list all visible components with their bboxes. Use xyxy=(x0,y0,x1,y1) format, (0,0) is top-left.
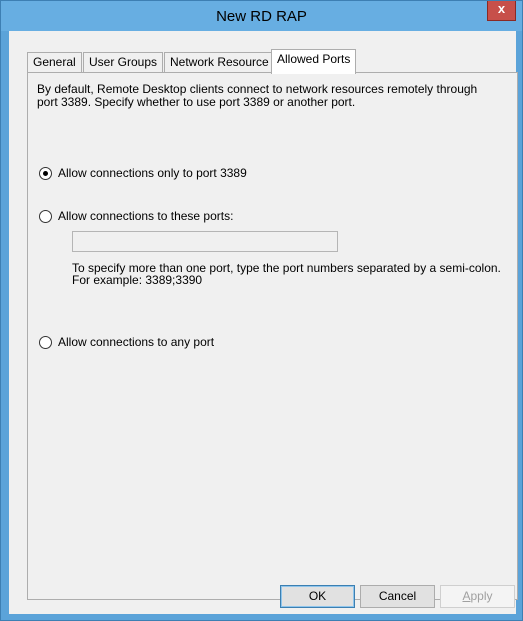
dialog-window: New RD RAP x General User Groups Network… xyxy=(0,0,523,621)
ok-button[interactable]: OK xyxy=(280,585,355,608)
radio-port-3389[interactable] xyxy=(39,167,52,180)
description-line-2: port 3389. Specify whether to use port 3… xyxy=(37,95,356,109)
tab-network-resource[interactable]: Network Resource xyxy=(164,52,275,73)
description-text: By default, Remote Desktop clients conne… xyxy=(37,83,497,109)
ports-hint-line-2: For example: 3389;3390 xyxy=(72,273,203,287)
ports-hint: To specify more than one port, type the … xyxy=(72,262,512,286)
cancel-button[interactable]: Cancel xyxy=(360,585,435,608)
apply-label-rest: pply xyxy=(470,589,493,603)
radio-these-ports[interactable] xyxy=(39,210,52,223)
close-icon: x xyxy=(497,1,506,16)
tab-user-groups[interactable]: User Groups xyxy=(83,52,164,73)
allowed-ports-panel: By default, Remote Desktop clients conne… xyxy=(27,72,518,600)
dialog-client-area: General User Groups Network Resource All… xyxy=(9,31,518,614)
option-these-ports-label[interactable]: Allow connections to these ports: xyxy=(58,209,233,223)
apply-button[interactable]: Apply xyxy=(440,585,515,608)
option-port-3389-label[interactable]: Allow connections only to port 3389 xyxy=(58,166,247,180)
tab-allowed-ports[interactable]: Allowed Ports xyxy=(271,49,357,74)
title-bar[interactable]: New RD RAP x xyxy=(1,1,522,31)
radio-any-port[interactable] xyxy=(39,336,52,349)
close-button[interactable]: x xyxy=(487,1,516,21)
tab-general[interactable]: General xyxy=(27,52,82,73)
apply-mnemonic: A xyxy=(462,589,471,603)
ports-input[interactable] xyxy=(72,231,338,252)
window-title: New RD RAP xyxy=(216,8,307,25)
option-any-port-label[interactable]: Allow connections to any port xyxy=(58,335,214,349)
